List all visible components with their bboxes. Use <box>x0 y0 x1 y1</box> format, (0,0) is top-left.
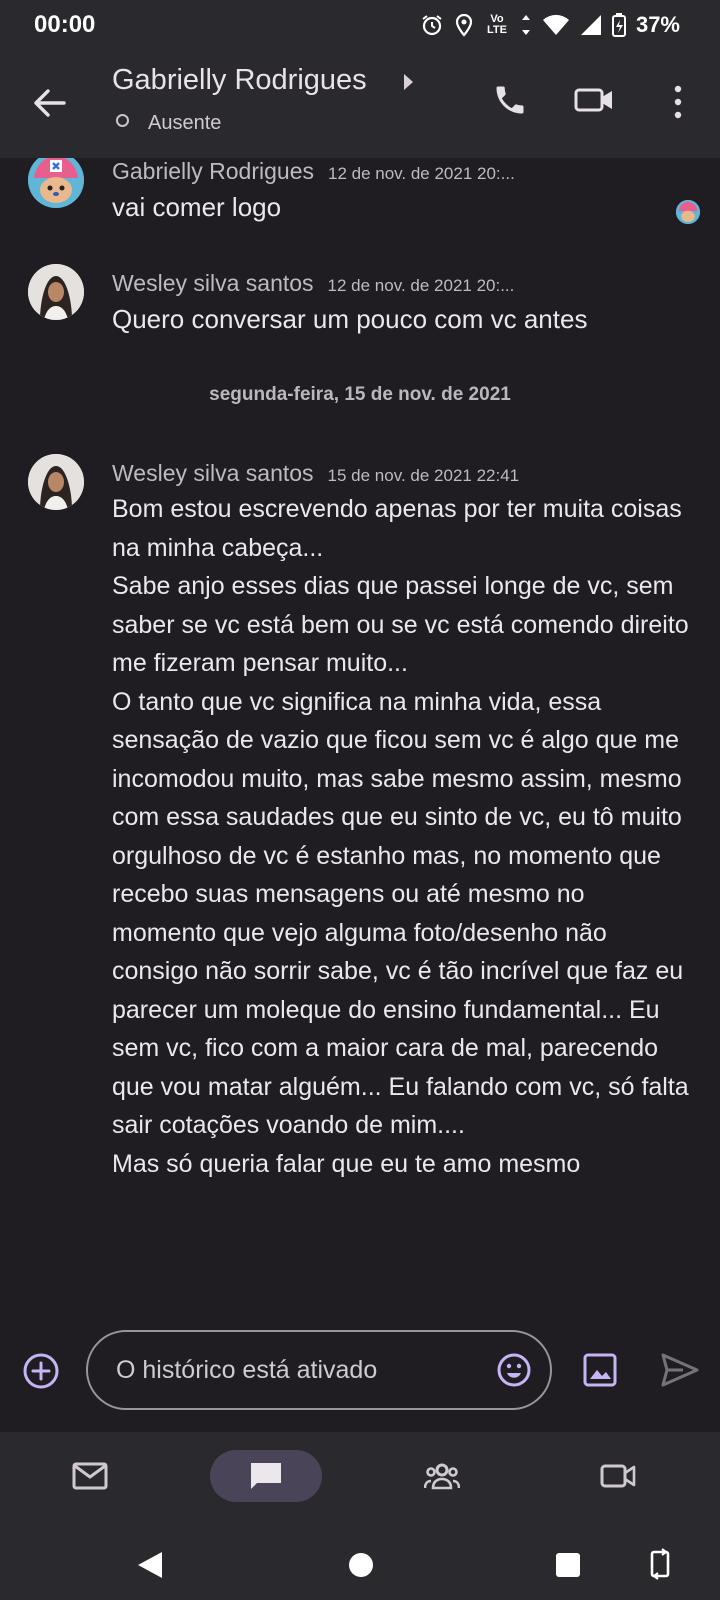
message-sender: Gabrielly Rodrigues 12 de nov. de 2021 20… <box>112 158 515 185</box>
location-icon <box>455 13 473 37</box>
nav-spaces[interactable] <box>386 1450 498 1502</box>
date-separator: segunda-feira, 15 de nov. de 2021 <box>209 384 511 405</box>
nav-back-icon[interactable] <box>136 1550 164 1580</box>
message-input[interactable]: O histórico está ativado <box>86 1330 552 1410</box>
message-text[interactable]: vai comer logo <box>112 188 692 227</box>
phone-icon[interactable] <box>492 82 528 118</box>
chopper-avatar-icon <box>28 158 84 208</box>
status-icons: Vo LTE 37% <box>420 10 680 40</box>
add-circle-icon[interactable] <box>22 1352 60 1390</box>
send-icon[interactable] <box>660 1352 700 1388</box>
battery-percent: 37% <box>635 12 680 37</box>
rotate-icon[interactable] <box>648 1548 672 1580</box>
more-vert-icon[interactable] <box>670 82 686 122</box>
message-timestamp: 12 de nov. de 2021 20:... <box>327 276 515 295</box>
chopper-avatar-icon <box>676 200 700 224</box>
message-timestamp: 15 de nov. de 2021 22:41 <box>327 466 520 485</box>
nav-chat[interactable] <box>210 1450 322 1502</box>
nav-meet[interactable] <box>562 1450 674 1502</box>
input-placeholder: O histórico está ativado <box>116 1356 378 1384</box>
avatar[interactable] <box>28 158 84 208</box>
video-call-icon[interactable] <box>574 84 614 116</box>
avatar[interactable] <box>28 264 84 320</box>
status-bar: 00:00 Vo LTE 37% <box>0 0 720 50</box>
nav-mail[interactable] <box>34 1450 146 1502</box>
emoji-icon[interactable] <box>496 1352 532 1388</box>
read-receipt-avatar <box>676 200 700 224</box>
alarm-icon <box>422 15 442 36</box>
message-composer: O histórico está ativado <box>0 1318 720 1428</box>
profile-photo-icon <box>28 454 84 510</box>
bottom-navigation <box>0 1432 720 1528</box>
system-navigation <box>0 1528 720 1600</box>
sender-name: Gabrielly Rodrigues <box>112 158 314 184</box>
signal-icon <box>580 15 601 35</box>
presence-status: Ausente <box>148 112 222 134</box>
message-list[interactable]: Gabrielly Rodrigues 12 de nov. de 2021 20… <box>0 158 720 1308</box>
avatar[interactable] <box>28 454 84 510</box>
people-icon <box>424 1463 460 1490</box>
message-sender: Wesley silva santos 15 de nov. de 2021 22… <box>112 460 519 487</box>
message-timestamp: 12 de nov. de 2021 20:... <box>327 164 515 183</box>
nav-home-icon[interactable] <box>348 1552 374 1578</box>
data-arrows-icon <box>521 15 530 35</box>
sender-name: Wesley silva santos <box>112 270 314 296</box>
presence-dot-icon <box>116 114 129 127</box>
message-sender: Wesley silva santos 12 de nov. de 2021 20… <box>112 270 514 297</box>
video-icon <box>600 1464 636 1488</box>
arrow-back-icon[interactable] <box>28 82 70 124</box>
status-time: 00:00 <box>34 11 96 38</box>
sender-name: Wesley silva santos <box>112 460 314 486</box>
volte-indicator: Vo LTE <box>486 13 507 36</box>
chat-icon <box>251 1463 281 1489</box>
nav-recents-icon[interactable] <box>555 1552 581 1578</box>
profile-photo-icon <box>28 264 84 320</box>
wifi-icon <box>542 14 569 35</box>
conversation-title[interactable]: Gabrielly Rodrigues <box>112 64 367 97</box>
image-icon[interactable] <box>582 1352 618 1388</box>
message-text[interactable]: Bom estou escrevendo apenas por ter muit… <box>112 490 692 1183</box>
conversation-header: Gabrielly Rodrigues Ausente <box>0 50 720 158</box>
message-text[interactable]: Quero conversar um pouco com vc antes <box>112 300 692 339</box>
chevron-right-icon[interactable] <box>404 74 413 90</box>
battery-icon <box>611 13 626 37</box>
mail-icon <box>72 1462 108 1490</box>
